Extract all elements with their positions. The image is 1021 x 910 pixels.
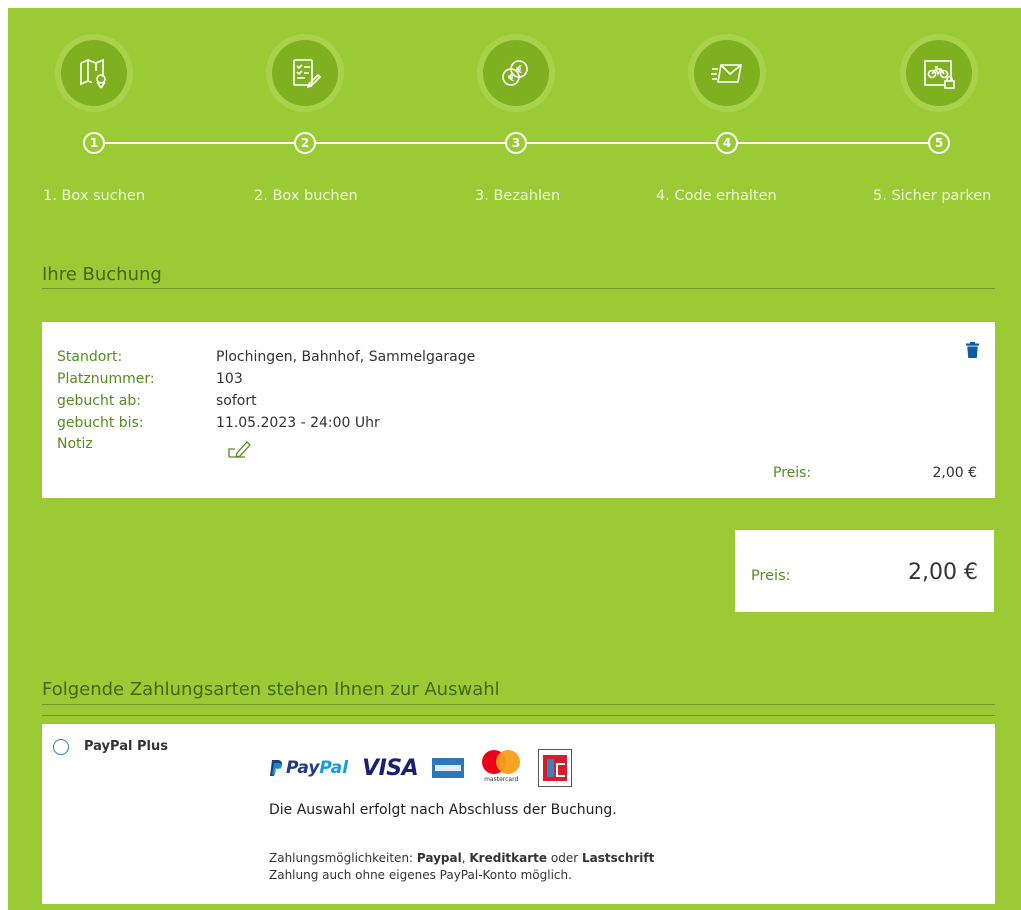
- payment-logos: PayPal VISA mastercard: [269, 749, 573, 787]
- visa-logo: VISA: [362, 755, 419, 781]
- bike-lock-icon: [924, 60, 955, 89]
- payment-options-note: Zahlungsmöglichkeiten: Paypal, Kreditkar…: [269, 850, 654, 884]
- total-price-box: Preis: 2,00 €: [735, 530, 994, 612]
- payment-title-divider-2: [42, 715, 995, 716]
- payment-option-card[interactable]: PayPal Plus PayPal VISA mastercard Die A…: [42, 724, 995, 904]
- step-2-icon-circle: [266, 34, 344, 112]
- stepper-icons: [8, 34, 1021, 114]
- payment-selection-info: Die Auswahl erfolgt nach Abschluss der B…: [269, 802, 617, 818]
- note-label: Notiz: [57, 436, 93, 452]
- booking-title-divider: [42, 288, 995, 289]
- step-4-icon-circle: [688, 34, 766, 112]
- amex-logo: [432, 758, 465, 778]
- booking-section-title: Ihre Buchung: [42, 264, 162, 285]
- step-5-label: 5. Sicher parken: [873, 188, 992, 204]
- step-1-number: 1: [83, 132, 105, 154]
- step-5-number: 5: [928, 132, 950, 154]
- location-label: Standort:: [57, 349, 123, 365]
- step-3-number: 3: [505, 132, 527, 154]
- note-sep-2: oder: [547, 851, 582, 865]
- mastercard-text: mastercard: [484, 776, 519, 783]
- step-1-icon-circle: [55, 34, 133, 112]
- step-3-label: 3. Bezahlen: [475, 188, 561, 204]
- payment-title-divider: [42, 704, 995, 705]
- total-price-value: 2,00 €: [908, 560, 978, 585]
- map-pin-icon: [80, 58, 106, 89]
- paypal-p-icon: [270, 760, 282, 776]
- euro-coins-icon: [502, 60, 528, 86]
- note-prefix: Zahlungsmöglichkeiten:: [269, 851, 417, 865]
- top-gap: [0, 0, 1021, 8]
- step-1-label: 1. Box suchen: [43, 188, 146, 204]
- ec-electronic-cash-logo: [538, 749, 573, 787]
- delete-booking-icon[interactable]: [966, 342, 979, 358]
- payment-section-title: Folgende Zahlungsarten stehen Ihnen zur …: [42, 679, 500, 700]
- note-kreditkarte: Kreditkarte: [469, 851, 548, 865]
- item-price-value: 2,00 €: [932, 465, 977, 481]
- total-price-label: Preis:: [751, 568, 791, 584]
- slot-number-label: Platznummer:: [57, 371, 155, 387]
- note-line-2: Zahlung auch ohne eigenes PayPal-Konto m…: [269, 868, 572, 882]
- step-2-number: 2: [294, 132, 316, 154]
- paypal-logo: PayPal: [269, 758, 348, 778]
- paypal-plus-label[interactable]: PayPal Plus: [84, 739, 168, 754]
- mail-icon: [711, 64, 742, 83]
- step-5-icon-circle: [900, 34, 978, 112]
- note-paypal: Paypal: [416, 851, 462, 865]
- step-4-label: 4. Code erhalten: [656, 188, 777, 204]
- item-price-label: Preis:: [773, 465, 812, 481]
- paypal-plus-radio[interactable]: [53, 739, 69, 755]
- step-4-number: 4: [716, 132, 738, 154]
- slot-number-value: 103: [216, 371, 243, 387]
- location-value: Plochingen, Bahnhof, Sammelgarage: [216, 349, 476, 365]
- mastercard-logo: mastercard: [478, 750, 524, 786]
- note-lastschrift: Lastschrift: [581, 851, 655, 865]
- booked-from-label: gebucht ab:: [57, 393, 141, 409]
- booked-from-value: sofort: [216, 393, 257, 409]
- booking-card: Standort: Plochingen, Bahnhof, Sammelgar…: [42, 322, 995, 498]
- step-3-icon-circle: [477, 34, 555, 112]
- checklist-pen-icon: [293, 59, 322, 89]
- booked-until-value: 11.05.2023 - 24:00 Uhr: [216, 415, 380, 431]
- checkout-page: 1 2 3 4 5 1. Box suchen 2. Box buchen 3.…: [8, 8, 1021, 910]
- edit-note-icon[interactable]: [228, 438, 254, 458]
- step-2-label: 2. Box buchen: [254, 188, 358, 204]
- booked-until-label: gebucht bis:: [57, 415, 144, 431]
